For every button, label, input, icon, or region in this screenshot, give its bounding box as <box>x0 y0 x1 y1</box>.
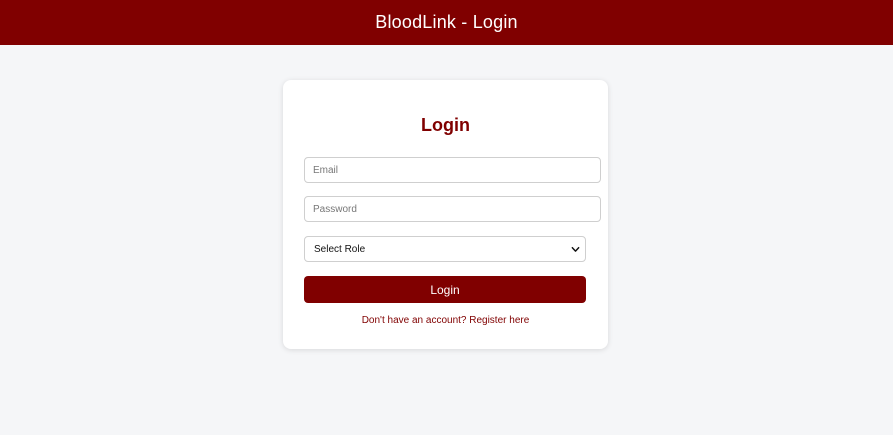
register-link[interactable]: Don't have an account? Register here <box>283 315 608 326</box>
chevron-down-icon <box>571 246 580 252</box>
role-select-value: Select Role <box>314 243 366 255</box>
email-input[interactable] <box>304 157 601 183</box>
login-card: Login Select Role Login Don't have an ac… <box>283 80 608 349</box>
login-button[interactable]: Login <box>304 276 586 303</box>
app-title: BloodLink - Login <box>375 12 518 32</box>
login-heading: Login <box>421 115 470 135</box>
password-input[interactable] <box>304 196 601 222</box>
top-header-bar: BloodLink - Login <box>0 0 893 45</box>
role-select[interactable]: Select Role <box>304 236 586 262</box>
